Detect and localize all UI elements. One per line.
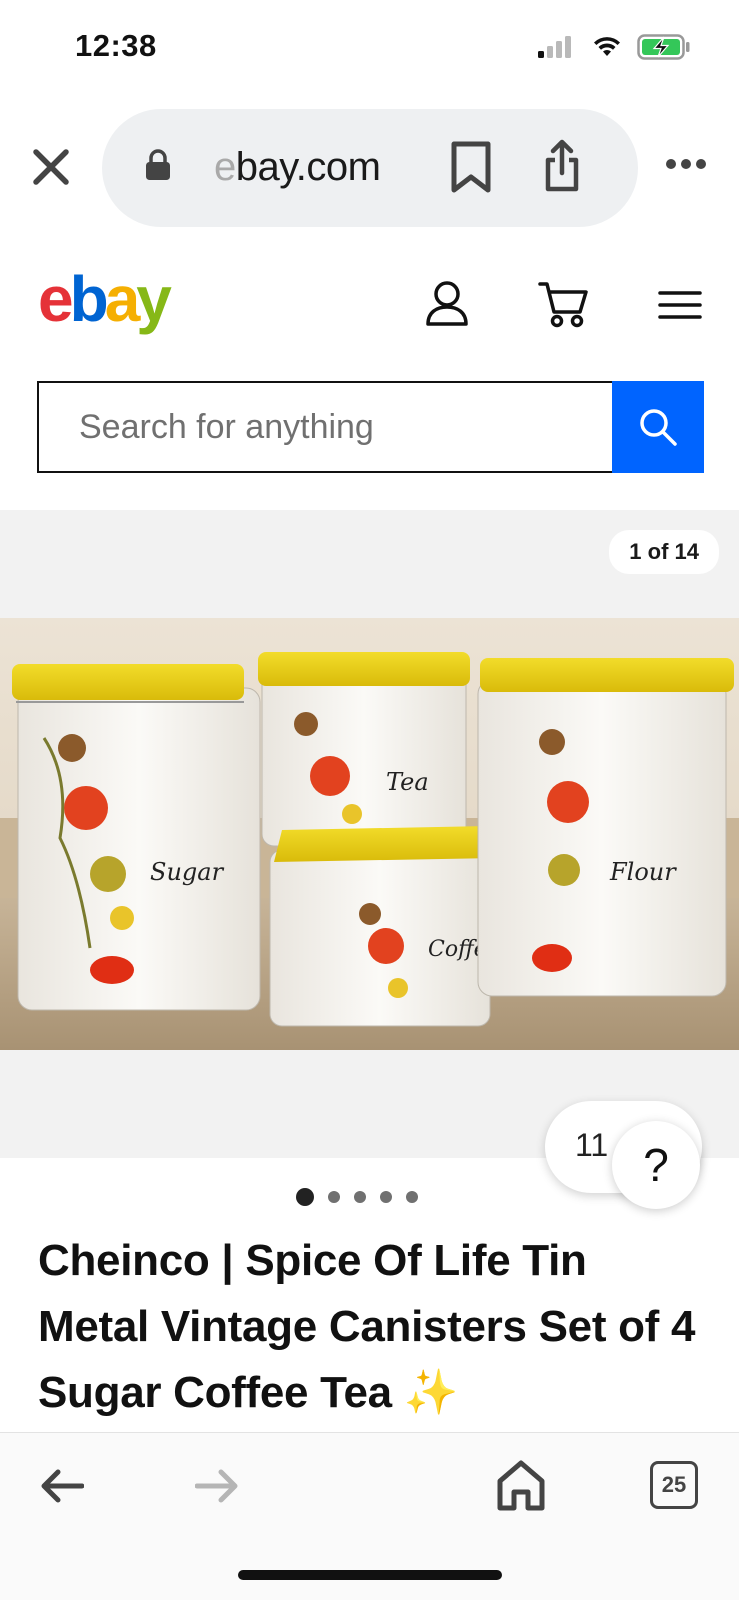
pagination-dot[interactable]	[406, 1191, 418, 1203]
tea-label: Tea	[386, 768, 429, 796]
logo-letter-y: y	[136, 263, 172, 335]
battery-charging-icon	[637, 34, 690, 60]
logo-letter-b: b	[69, 263, 109, 335]
bookmark-icon[interactable]	[450, 141, 492, 193]
hamburger-menu-icon[interactable]	[658, 290, 702, 320]
tabs-button[interactable]: 25	[650, 1461, 698, 1509]
search-bar	[37, 381, 704, 473]
share-icon[interactable]	[542, 139, 582, 193]
tabs-count: 25	[661, 1472, 687, 1497]
url-domain: bay.com	[235, 145, 381, 189]
home-indicator[interactable]	[238, 1570, 502, 1580]
logo-letter-e: e	[38, 263, 74, 335]
status-bar: 12:38	[0, 0, 739, 96]
cart-icon[interactable]	[538, 280, 590, 328]
sugar-label: Sugar	[150, 858, 225, 886]
flour-label: Flour	[609, 858, 677, 886]
pagination-dot[interactable]	[354, 1191, 366, 1203]
pagination-dot-active[interactable]	[296, 1188, 314, 1206]
pagination-dot[interactable]	[328, 1191, 340, 1203]
pagination-dot[interactable]	[380, 1191, 392, 1203]
back-arrow-icon[interactable]	[40, 1469, 84, 1503]
help-button[interactable]: ?	[612, 1121, 700, 1209]
search-icon	[640, 409, 677, 446]
url-faded-text: e	[214, 145, 236, 189]
image-gallery[interactable]: 1 of 14 Sugar Tea Coffee Flour	[0, 510, 739, 1158]
product-photo[interactable]: Sugar Tea Coffee Flour	[0, 618, 739, 1050]
gallery-pagination	[296, 1188, 418, 1206]
message-count: 11	[575, 1127, 609, 1163]
forward-arrow-icon[interactable]	[195, 1469, 239, 1503]
cellular-signal-icon	[538, 36, 571, 58]
search-button[interactable]	[612, 381, 704, 473]
status-time: 12:38	[75, 28, 157, 63]
help-question-mark: ?	[643, 1139, 669, 1191]
search-input[interactable]	[39, 383, 612, 471]
wifi-icon	[594, 37, 620, 56]
listing-title: Cheinco | Spice Of Life Tin Metal Vintag…	[38, 1236, 696, 1417]
account-icon[interactable]	[425, 280, 469, 326]
url-text: ebay.com	[214, 145, 381, 190]
close-icon[interactable]	[30, 146, 72, 188]
more-options-icon[interactable]	[665, 158, 707, 170]
logo-letter-a: a	[104, 263, 141, 335]
lock-icon	[146, 149, 170, 180]
home-icon[interactable]	[496, 1459, 546, 1511]
address-bar[interactable]: ebay.com	[102, 109, 638, 227]
image-counter: 1 of 14	[609, 530, 719, 574]
ebay-logo[interactable]: ebay	[38, 262, 172, 336]
